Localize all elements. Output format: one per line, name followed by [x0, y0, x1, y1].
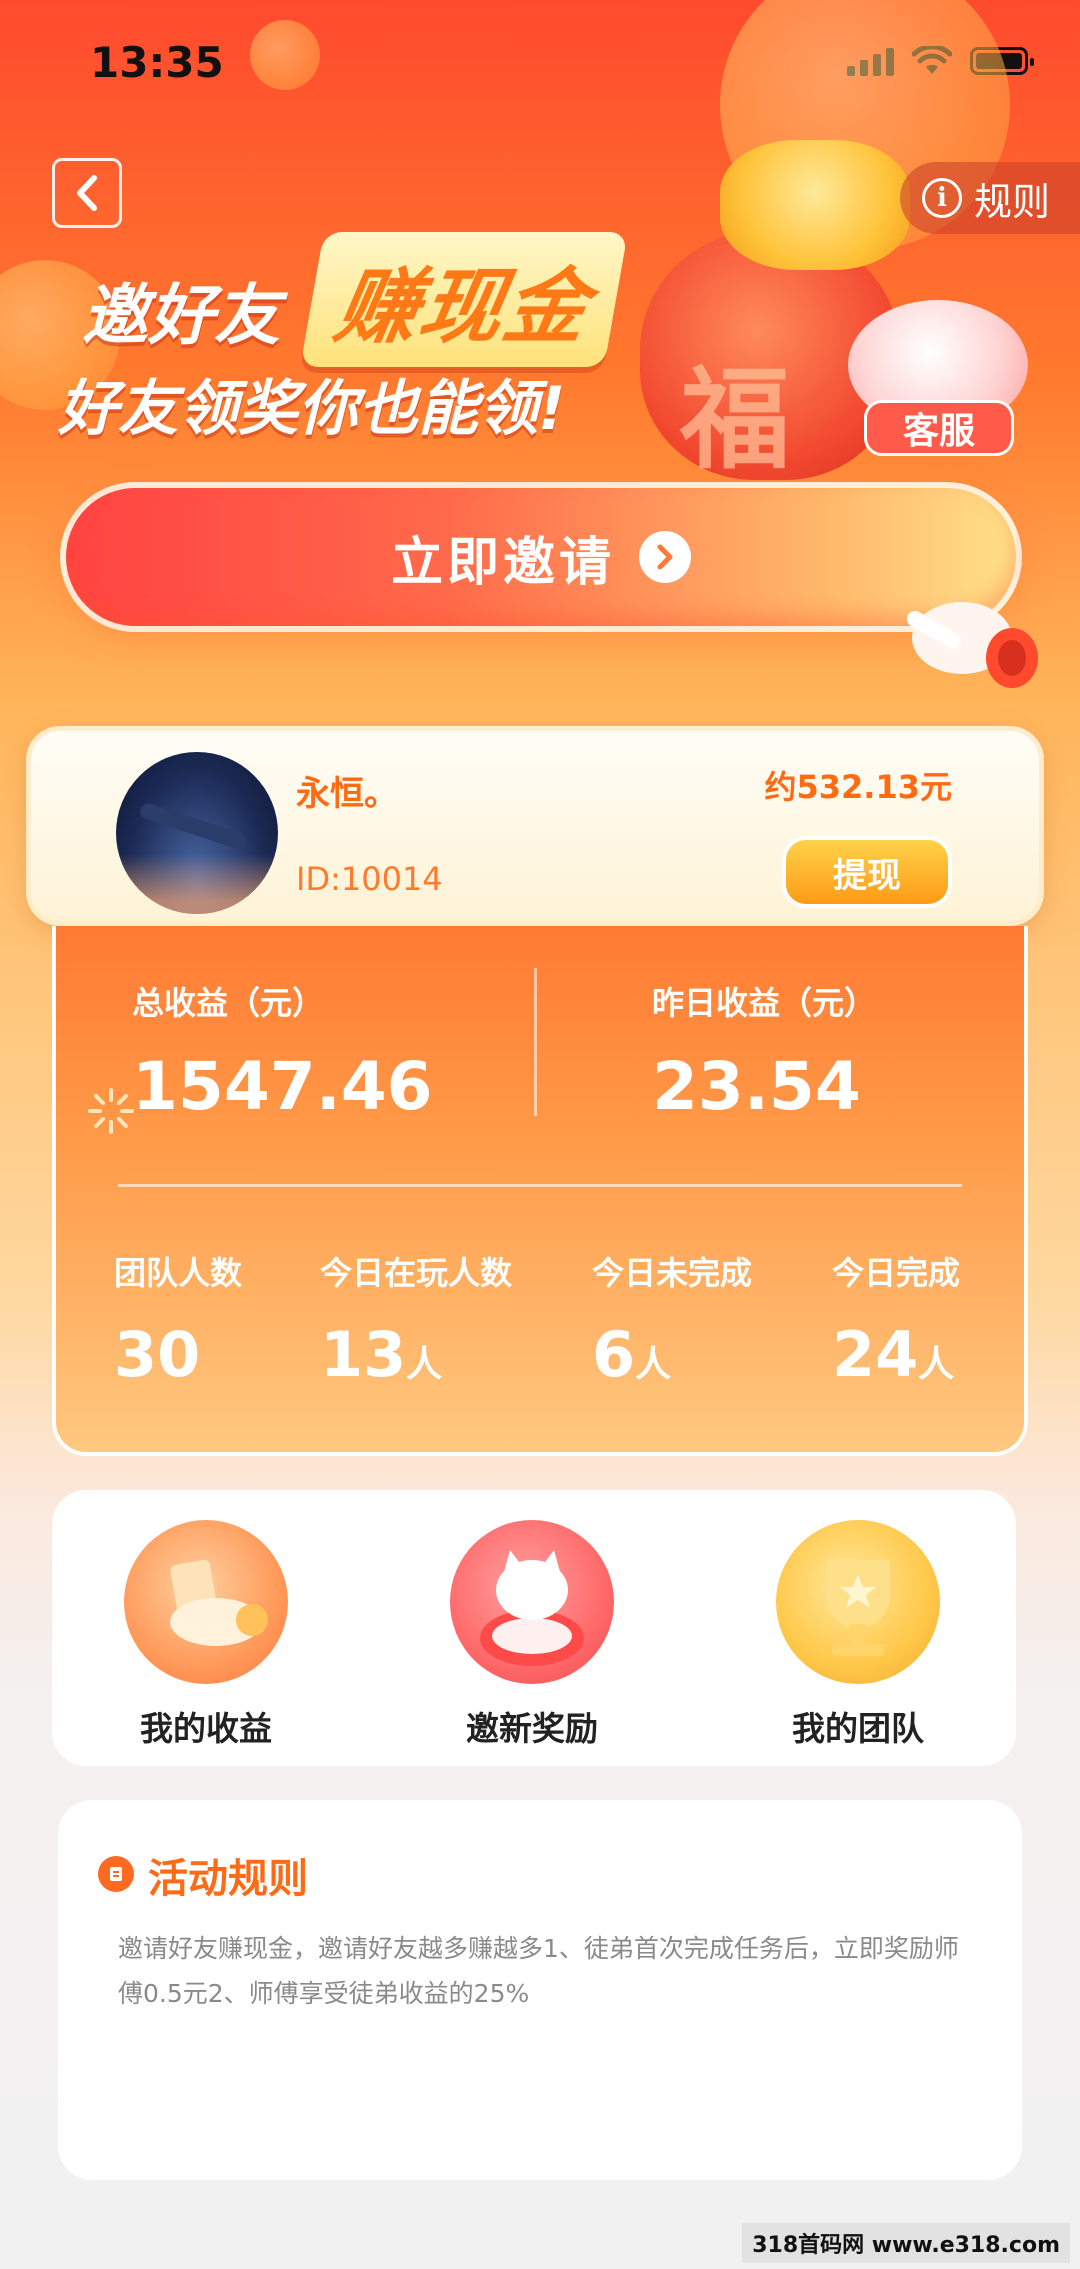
user-name: 永恒。	[296, 774, 398, 814]
headline-highlight: 赚现金	[328, 260, 597, 355]
rules-label: 规则	[974, 179, 1051, 224]
withdraw-button[interactable]: 提现	[782, 836, 952, 908]
subheadline: 好友领奖你也能领!	[58, 374, 566, 444]
activity-rules-title: 活动规则	[148, 1856, 308, 1902]
coin-decoration	[250, 20, 320, 90]
headline-highlight-badge: 赚现金	[300, 232, 628, 367]
my-team-label: 我的团队	[792, 1709, 924, 1748]
trophy-icon	[776, 1520, 940, 1684]
new-invite-rewards-button[interactable]: 邀新奖励	[432, 1520, 632, 1750]
cat-donut-icon	[450, 1520, 614, 1684]
invite-now-button[interactable]: 立即邀请	[60, 482, 1022, 632]
total-earnings-value: 1547.46	[132, 1048, 433, 1125]
balance-amount: 约532.13元	[764, 768, 953, 806]
rules-button[interactable]: i 规则	[900, 162, 1080, 234]
total-earnings-label: 总收益（元）	[132, 984, 325, 1022]
invite-label: 立即邀请	[390, 532, 615, 593]
team-count-value: 30	[114, 1318, 201, 1391]
incomplete-today-label: 今日未完成	[592, 1254, 753, 1292]
my-earnings-button[interactable]: 我的收益	[106, 1520, 306, 1750]
playing-today-value: 13人	[320, 1318, 443, 1391]
document-icon	[98, 1856, 134, 1892]
customer-service-button[interactable]: 客服	[864, 400, 1014, 456]
gold-ingot-icon	[720, 140, 910, 270]
chevron-right-icon	[639, 531, 691, 583]
pointing-hand-icon	[906, 602, 1038, 688]
sparkle-icon	[88, 1088, 134, 1134]
watermark: 318首码网 www.e318.com	[742, 2223, 1070, 2263]
whistle-icon	[124, 1520, 288, 1684]
team-count-label: 团队人数	[114, 1254, 243, 1292]
back-button[interactable]	[52, 158, 122, 228]
activity-rules-text: 邀请好友赚现金，邀请好友越多赚越多1、徒弟首次完成任务后，立即奖励师傅0.5元2…	[118, 1934, 959, 2008]
completed-today-value: 24人	[832, 1318, 955, 1391]
my-team-button[interactable]: 我的团队	[758, 1520, 958, 1750]
completed-today-label: 今日完成	[832, 1254, 961, 1292]
avatar[interactable]	[116, 752, 278, 914]
incomplete-today-value: 6人	[592, 1318, 672, 1391]
headline-prefix: 邀好友	[82, 277, 280, 354]
chevron-left-icon	[77, 175, 97, 211]
stats-divider-horizontal	[118, 1184, 962, 1187]
fu-character: 福	[680, 355, 790, 484]
info-icon: i	[922, 178, 962, 218]
stats-divider-vertical	[534, 968, 537, 1116]
status-time: 13:35	[90, 38, 224, 87]
user-id: ID:10014	[296, 860, 443, 898]
yesterday-earnings-value: 23.54	[652, 1048, 861, 1125]
playing-today-label: 今日在玩人数	[320, 1254, 513, 1292]
yesterday-earnings-label: 昨日收益（元）	[652, 984, 877, 1022]
new-invite-rewards-label: 邀新奖励	[466, 1709, 598, 1748]
my-earnings-label: 我的收益	[140, 1709, 272, 1748]
